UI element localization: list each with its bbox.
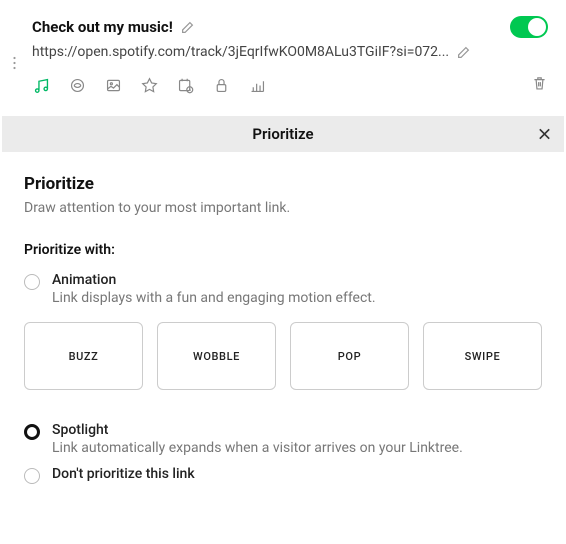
animation-pop[interactable]: POP [290,322,409,390]
option-animation-title: Animation [52,272,542,288]
radio-none[interactable] [24,468,40,484]
section-label: Prioritize with: [24,242,542,258]
option-none[interactable]: Don't prioritize this link [24,466,542,484]
trash-icon[interactable] [531,74,548,96]
drag-handle[interactable] [10,16,22,70]
prioritize-banner: Prioritize [2,116,564,152]
option-spotlight[interactable]: Spotlight Link automatically expands whe… [24,422,542,456]
animation-buzz[interactable]: BUZZ [24,322,143,390]
animation-swipe[interactable]: SWIPE [423,322,542,390]
star-icon[interactable] [140,76,158,94]
panel-title: Prioritize [24,174,542,194]
edit-url-icon[interactable] [457,46,470,59]
music-icon[interactable] [32,76,50,94]
panel-subtitle: Draw attention to your most important li… [24,200,542,216]
option-animation[interactable]: Animation Link displays with a fun and e… [24,272,542,306]
thumbnail-icon[interactable] [104,76,122,94]
link-card: Check out my music! https://open.spotify… [2,2,564,108]
edit-title-icon[interactable] [181,21,194,34]
animation-choices: BUZZ WOBBLE POP SWIPE [24,322,542,390]
radio-spotlight[interactable] [24,424,40,440]
option-spotlight-desc: Link automatically expands when a visito… [52,440,542,456]
banner-title: Prioritize [252,125,313,143]
redirect-icon[interactable] [68,76,86,94]
option-none-title: Don't prioritize this link [52,466,542,482]
animation-wobble[interactable]: WOBBLE [157,322,276,390]
lock-icon[interactable] [212,76,230,94]
link-toolbar [32,74,548,96]
analytics-icon[interactable] [248,76,266,94]
option-animation-desc: Link displays with a fun and engaging mo… [52,290,542,306]
enable-toggle[interactable] [510,16,548,38]
link-title: Check out my music! [32,18,173,36]
radio-animation[interactable] [24,274,40,290]
prioritize-panel: Prioritize Draw attention to your most i… [2,152,564,508]
link-url: https://open.spotify.com/track/3jEqrIfwK… [32,44,449,60]
close-icon[interactable] [537,127,552,142]
option-spotlight-title: Spotlight [52,422,542,438]
schedule-icon[interactable] [176,76,194,94]
